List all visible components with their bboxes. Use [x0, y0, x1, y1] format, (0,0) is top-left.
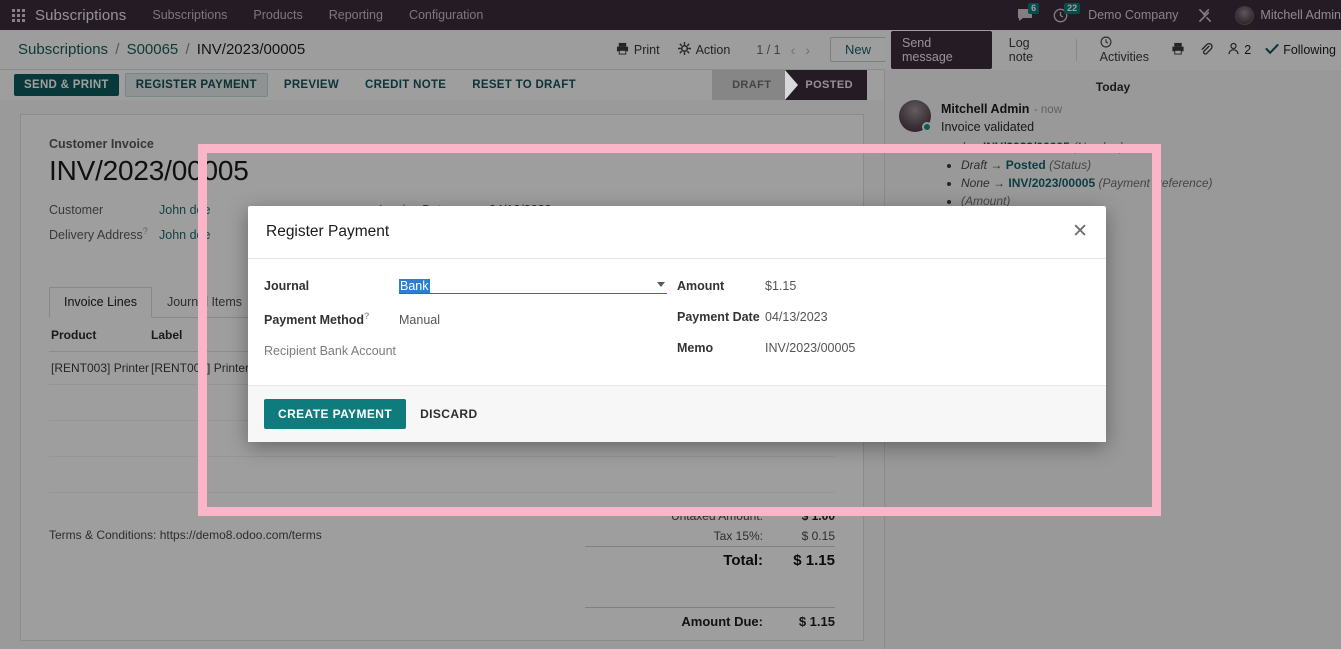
- payment-method-label: Payment Method?: [264, 310, 370, 328]
- help-icon[interactable]: ?: [364, 311, 370, 321]
- payment-date-row: Payment Date 04/13/2023: [677, 310, 1090, 324]
- dialog-title: Register Payment: [266, 222, 390, 240]
- memo-row: Memo INV/2023/00005: [677, 341, 1090, 355]
- amount-row: Amount $1.15: [677, 279, 1090, 293]
- register-payment-dialog: Register Payment ✕ Journal Bank Payment …: [248, 206, 1106, 442]
- memo-label: Memo: [677, 340, 714, 355]
- payment-date-label: Payment Date: [677, 309, 760, 324]
- payment-method-row: Payment Method? Manual: [264, 311, 677, 327]
- amount-value[interactable]: $1.15: [765, 279, 796, 293]
- create-payment-button[interactable]: CREATE PAYMENT: [264, 399, 407, 430]
- dialog-right-column: Amount $1.15 Payment Date 04/13/2023 Mem…: [677, 279, 1090, 375]
- journal-row: Journal Bank: [264, 278, 677, 294]
- journal-selected-value: Bank: [399, 278, 430, 293]
- recipient-bank-label: Recipient Bank Account: [264, 344, 397, 359]
- odoo-app-window: Subscriptions Subscriptions Products Rep…: [0, 0, 1341, 649]
- dialog-header: Register Payment ✕: [248, 206, 1106, 259]
- memo-value[interactable]: INV/2023/00005: [765, 341, 855, 355]
- chevron-down-icon[interactable]: [657, 281, 665, 287]
- payment-date-value[interactable]: 04/13/2023: [765, 310, 828, 324]
- amount-label: Amount: [677, 278, 725, 293]
- close-icon[interactable]: ✕: [1072, 222, 1088, 241]
- discard-button[interactable]: DISCARD: [406, 399, 491, 429]
- journal-input[interactable]: Bank: [399, 278, 667, 294]
- dialog-left-column: Journal Bank Payment Method? Manual Reci…: [264, 278, 677, 375]
- recipient-bank-row: Recipient Bank Account: [264, 344, 677, 358]
- payment-method-value[interactable]: Manual: [399, 313, 440, 327]
- dialog-footer: CREATE PAYMENT DISCARD: [248, 385, 1106, 442]
- journal-label: Journal: [264, 278, 310, 293]
- dialog-body: Journal Bank Payment Method? Manual Reci…: [248, 259, 1106, 385]
